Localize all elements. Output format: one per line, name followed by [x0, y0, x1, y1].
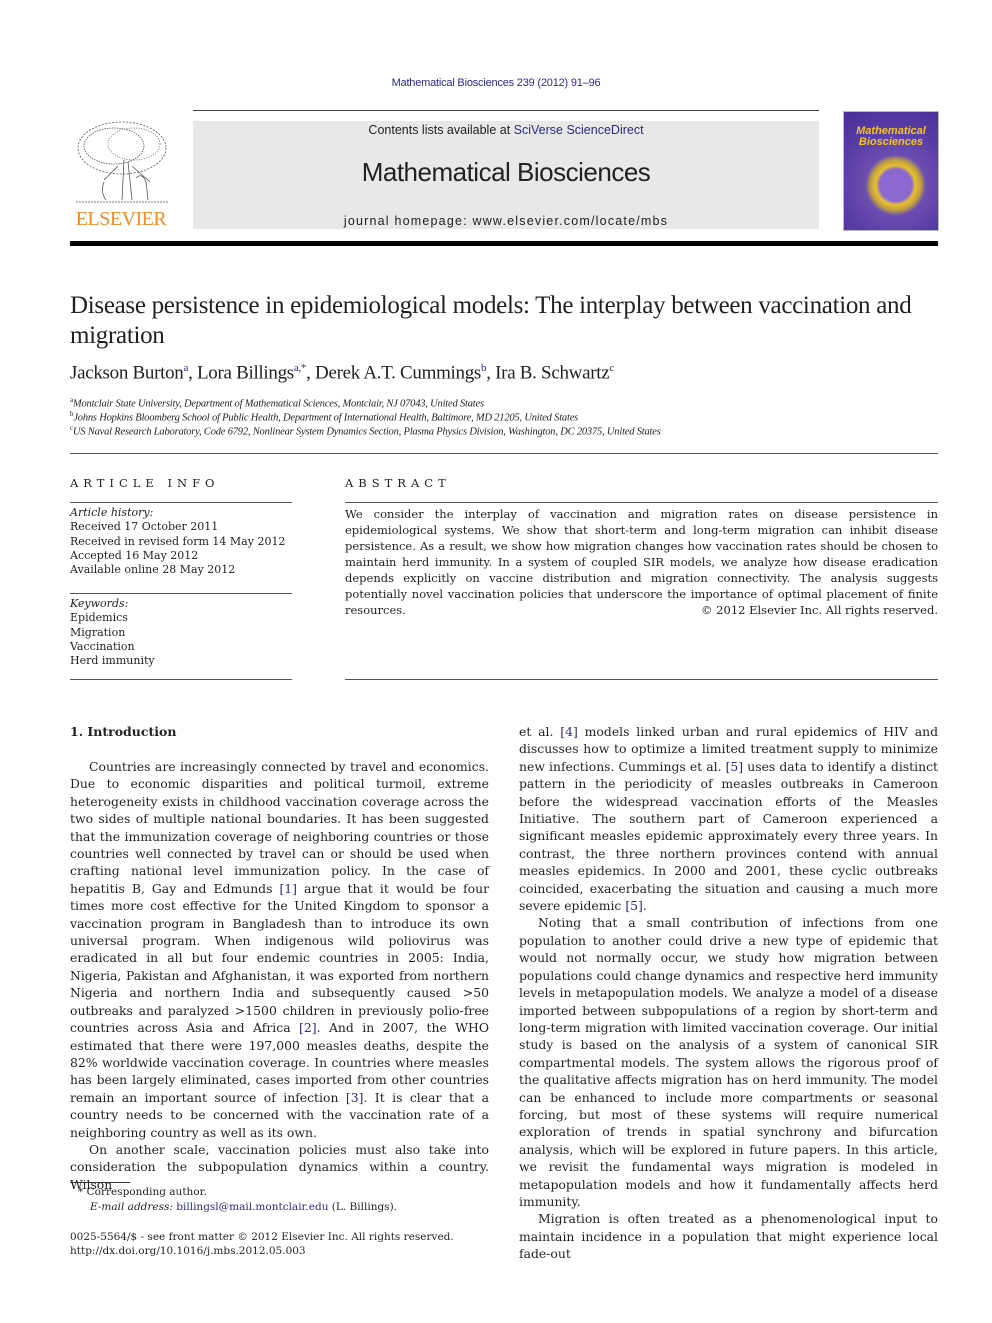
body-column-right: et al. [4] models linked urban and rural… — [519, 723, 938, 1263]
journal-homepage[interactable]: journal homepage: www.elsevier.com/locat… — [193, 214, 819, 228]
elsevier-wordmark: ELSEVIER — [75, 208, 167, 230]
history-item: Accepted 16 May 2012 — [70, 548, 199, 562]
body-column-left: Countries are increasingly connected by … — [70, 758, 489, 1193]
article-history-label: Article history: — [70, 506, 154, 519]
affiliation-text: US Naval Research Laboratory, Code 6792,… — [72, 426, 661, 438]
journal-cover-image[interactable]: Mathematical Biosciences — [843, 111, 939, 231]
cover-title: Mathematical Biosciences — [844, 126, 938, 148]
keywords-rule — [70, 593, 292, 594]
paragraph: Countries are increasingly connected by … — [70, 758, 489, 1141]
history-item: Available online 28 May 2012 — [70, 563, 236, 577]
article-info-bottom-rule — [70, 679, 292, 680]
history-item: Received 17 October 2011 — [70, 520, 219, 534]
contents-line: Contents lists available at SciVerse Sci… — [193, 123, 819, 137]
text-run: . — [642, 898, 647, 914]
journal-name: Mathematical Biosciences — [361, 157, 651, 187]
affiliation: aMontclair State University, Department … — [70, 396, 484, 410]
doi-link[interactable]: http://dx.doi.org/10.1016/j.mbs.2012.05.… — [70, 1245, 306, 1257]
text-run: uses data to identify a distinct pattern… — [519, 758, 938, 914]
author-name: Jackson Burton — [70, 362, 184, 384]
article-history: Article history: Received 17 October 201… — [70, 506, 285, 577]
keyword-item: Vaccination — [70, 639, 135, 653]
article-info-heading: ARTICLE INFO — [70, 476, 220, 490]
author-affiliation-marker[interactable]: a,* — [294, 362, 307, 374]
abstract-text: We consider the interplay of vaccination… — [345, 507, 938, 617]
article-info-rule — [70, 502, 292, 503]
keyword-item: Epidemics — [70, 611, 128, 625]
header-thick-rule — [70, 241, 938, 246]
footnote-rule — [70, 1182, 130, 1183]
author-name: Ira B. Schwartz — [495, 362, 610, 384]
keyword-item: Migration — [70, 625, 126, 639]
cover-title-line-2: Biosciences — [858, 136, 924, 148]
elsevier-tree-icon — [76, 121, 168, 203]
keywords-label: Keywords: — [70, 597, 129, 610]
email-suffix: (L. Billings). — [328, 1201, 398, 1213]
journal-masthead: Contents lists available at SciVerse Sci… — [193, 121, 819, 229]
citation-link[interactable]: [5] — [625, 898, 643, 913]
email-label: E-mail address: — [90, 1201, 177, 1213]
author-name: Derek A.T. Cummings — [315, 362, 482, 384]
elsevier-logo[interactable]: ELSEVIER — [70, 120, 172, 232]
affiliation: cUS Naval Research Laboratory, Code 6792… — [70, 424, 661, 438]
issn-line: 0025-5564/$ - see front matter © 2012 El… — [70, 1231, 454, 1243]
text-run: Countries are increasingly connected by … — [70, 759, 489, 896]
author-affiliation-marker[interactable]: c — [609, 362, 614, 374]
header-rule — [193, 110, 819, 111]
section-divider — [70, 453, 938, 454]
citation-link[interactable]: [1] — [279, 881, 297, 896]
text-run: et al. — [519, 724, 561, 739]
history-item: Received in revised form 14 May 2012 — [70, 534, 286, 548]
affiliation-text: Johns Hopkins Bloomberg School of Public… — [73, 412, 579, 424]
keyword-item: Herd immunity — [70, 654, 155, 668]
corresponding-author-note: * Corresponding author. — [78, 1186, 207, 1198]
paragraph: Noting that a small contribution of infe… — [519, 915, 938, 1209]
text-run: argue that it would be four times more c… — [70, 880, 489, 1036]
email-link[interactable]: billingsl@mail.montclair.edu — [176, 1201, 328, 1213]
affiliation: bJohns Hopkins Bloomberg School of Publi… — [70, 410, 578, 424]
citation-link[interactable]: [4] — [560, 724, 578, 739]
email-note: E-mail address: billingsl@mail.montclair… — [90, 1201, 397, 1213]
author-name: Lora Billings — [196, 362, 294, 384]
author-affiliation-marker[interactable]: b — [481, 362, 487, 374]
journal-reference[interactable]: Mathematical Biosciences 239 (2012) 91–9… — [0, 77, 992, 89]
affiliation-text: Montclair State University, Department o… — [72, 398, 484, 410]
abstract-copyright: © 2012 Elsevier Inc. All rights reserved… — [701, 603, 938, 617]
contents-prefix: Contents lists available at — [368, 123, 514, 137]
paragraph: Migration is often treated as a phenomen… — [519, 1211, 938, 1262]
sciencedirect-link[interactable]: SciVerse ScienceDirect — [514, 123, 644, 137]
article-title: Disease persistence in epidemiological m… — [70, 292, 912, 349]
abstract-heading: ABSTRACT — [345, 476, 451, 490]
section-heading-introduction: 1. Introduction — [70, 724, 177, 739]
keywords: Keywords: Epidemics Migration Vaccinatio… — [70, 597, 155, 668]
author-affiliation-marker[interactable]: a — [183, 362, 188, 374]
paragraph: et al. [4] models linked urban and rural… — [519, 723, 938, 914]
author-list: Jackson Burtona, Lora Billingsa,*, Derek… — [70, 362, 614, 384]
abstract-rule — [345, 502, 938, 503]
citation-link[interactable]: [3] — [346, 1090, 364, 1105]
citation-link[interactable]: [2] — [299, 1020, 317, 1035]
abstract-bottom-rule — [345, 679, 938, 680]
citation-link[interactable]: [5] — [726, 759, 744, 774]
